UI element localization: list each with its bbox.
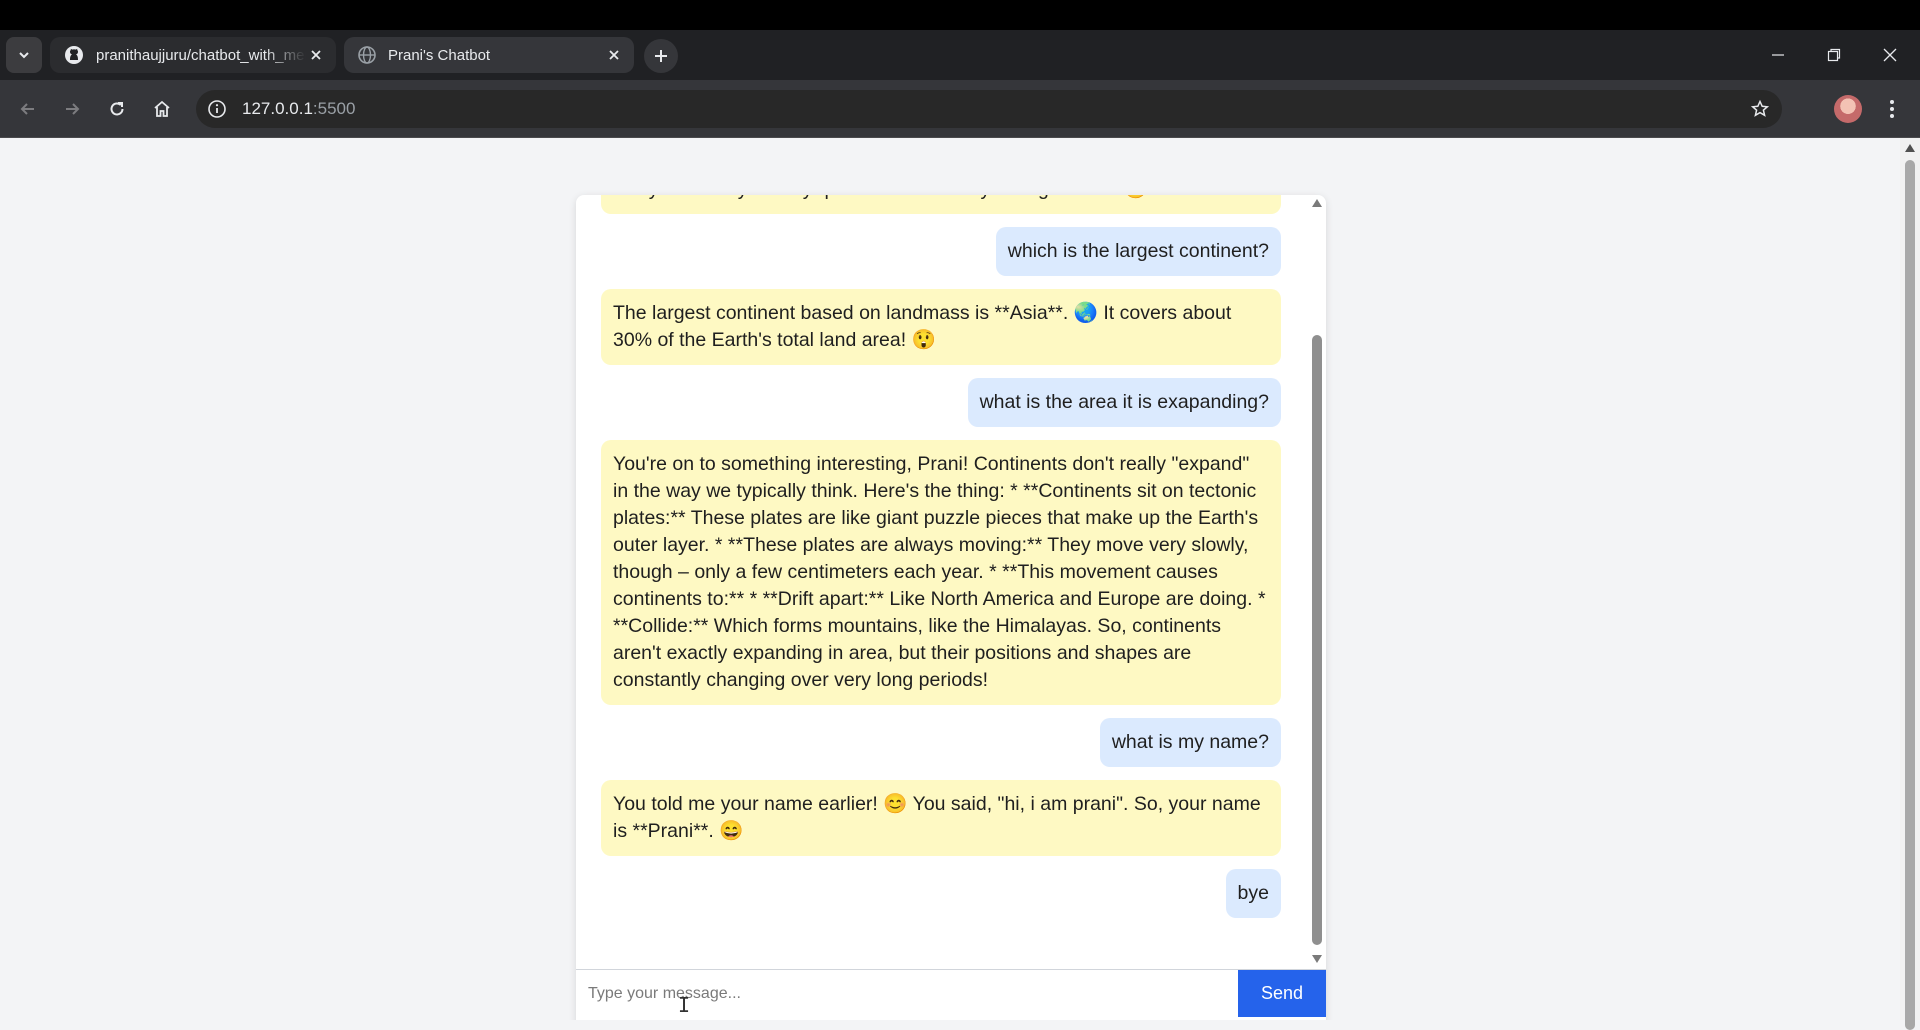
url-host: 127.0.0.1	[242, 99, 313, 118]
chat-container: away. I'm ready for any questions or tas…	[576, 195, 1326, 1020]
star-icon	[1750, 99, 1770, 117]
profile-avatar[interactable]	[1834, 95, 1862, 123]
user-message: what is my name?	[1099, 718, 1281, 767]
close-icon	[609, 50, 619, 60]
home-icon	[154, 100, 170, 117]
restore-button[interactable]	[1806, 30, 1862, 80]
arrow-left-icon	[20, 103, 34, 115]
close-window-button[interactable]	[1862, 30, 1918, 80]
user-message: bye	[1225, 869, 1281, 918]
minimize-button[interactable]	[1750, 30, 1806, 80]
message-list: away. I'm ready for any questions or tas…	[601, 195, 1281, 918]
info-icon	[208, 100, 226, 118]
browser-menu-button[interactable]	[1876, 93, 1908, 125]
message-input[interactable]	[576, 970, 1238, 1017]
minimize-icon	[1772, 54, 1784, 56]
globe-icon	[358, 46, 376, 64]
bookmark-button[interactable]	[1748, 97, 1772, 121]
back-button[interactable]	[10, 91, 46, 127]
bot-message: away. I'm ready for any questions or tas…	[601, 195, 1281, 214]
restore-icon	[1827, 48, 1841, 62]
page-viewport: away. I'm ready for any questions or tas…	[0, 138, 1900, 1020]
close-tab-button[interactable]	[306, 45, 326, 65]
tab-github[interactable]: pranithaujjuru/chatbot_with_memory	[50, 37, 336, 73]
forward-button[interactable]	[54, 91, 90, 127]
new-tab-button[interactable]	[644, 39, 678, 73]
send-button[interactable]: Send	[1238, 970, 1326, 1017]
home-button[interactable]	[144, 91, 180, 127]
bot-message: The largest continent based on landmass …	[601, 289, 1281, 365]
scroll-down-arrow-icon[interactable]	[1312, 955, 1322, 963]
reload-button[interactable]	[99, 91, 135, 127]
bot-message: You told me your name earlier! 😊 You sai…	[601, 780, 1281, 856]
site-info-button[interactable]	[206, 98, 228, 120]
address-bar[interactable]: 127.0.0.1:5500	[196, 90, 1782, 128]
close-icon	[1883, 48, 1897, 62]
page-scrollbar[interactable]	[1900, 138, 1920, 1030]
tab-search-button[interactable]	[6, 37, 42, 73]
close-tab-button[interactable]	[604, 45, 624, 65]
close-icon	[311, 50, 321, 60]
message-scrollbar[interactable]	[1308, 195, 1326, 969]
tab-title: Prani's Chatbot	[388, 46, 491, 64]
arrow-right-icon	[66, 103, 80, 115]
scroll-up-arrow-icon[interactable]	[1905, 144, 1915, 152]
reload-icon	[110, 102, 124, 116]
title-strip	[0, 0, 1920, 30]
tab-title: pranithaujjuru/chatbot_with_memory	[96, 46, 306, 64]
page-scrollbar-thumb[interactable]	[1905, 160, 1915, 1030]
user-message: which is the largest continent?	[995, 227, 1281, 276]
tab-chatbot[interactable]: Prani's Chatbot	[344, 37, 634, 73]
url-port: :5500	[312, 99, 356, 118]
text-cursor-icon: I	[678, 993, 691, 1017]
bot-message: You're on to something interesting, Pran…	[601, 440, 1281, 705]
url-text: 127.0.0.1:5500	[242, 99, 355, 119]
user-message: what is the area it is exapanding?	[967, 378, 1281, 427]
github-icon	[65, 46, 83, 64]
more-vertical-icon	[1890, 100, 1894, 118]
scroll-up-arrow-icon[interactable]	[1312, 199, 1322, 207]
message-scrollbar-thumb[interactable]	[1312, 335, 1322, 945]
plus-icon	[655, 50, 667, 62]
message-area[interactable]: away. I'm ready for any questions or tas…	[576, 195, 1306, 969]
chevron-down-icon	[19, 52, 29, 59]
